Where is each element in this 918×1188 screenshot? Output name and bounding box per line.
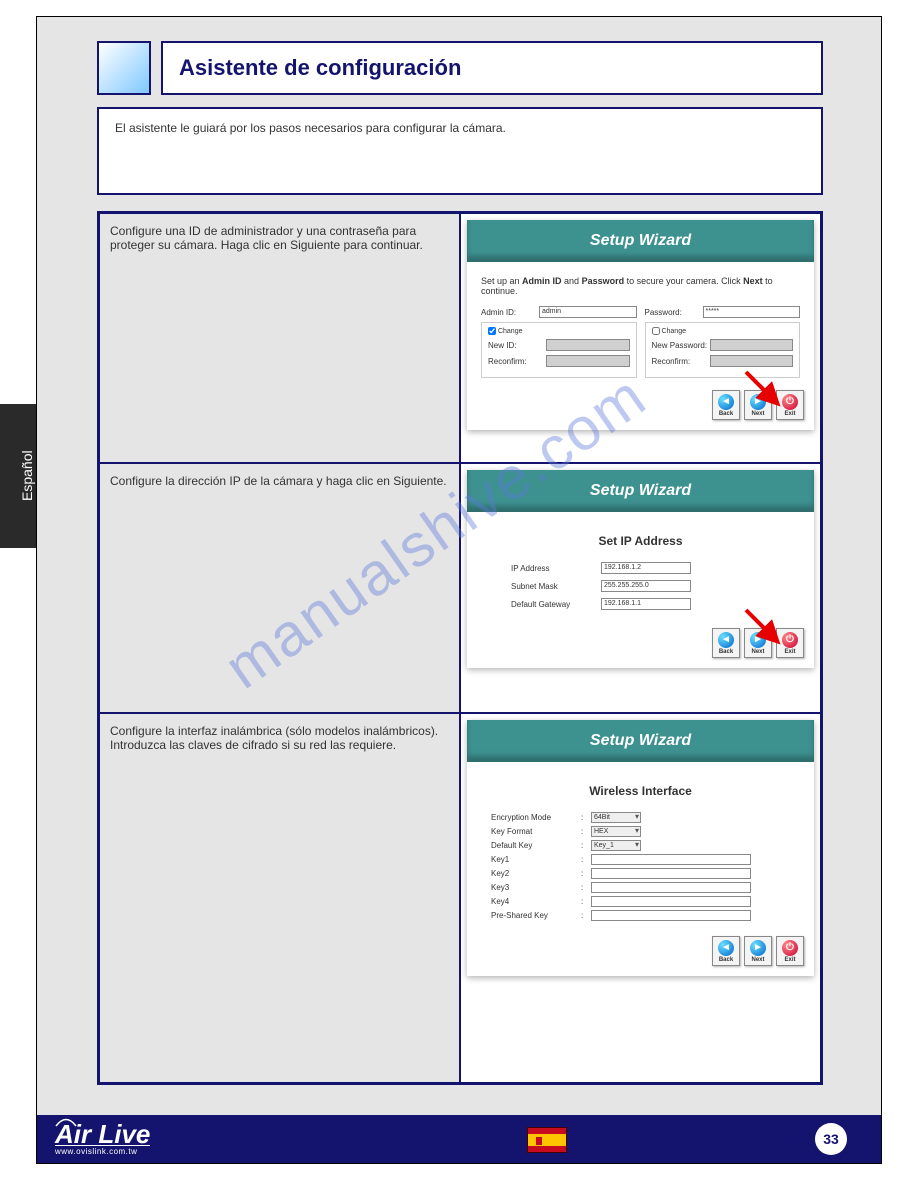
key4-label: Key4: [491, 897, 581, 906]
flag-spain-icon: [527, 1127, 567, 1153]
new-pw-label: New Password:: [652, 341, 710, 350]
defk-select[interactable]: Key_1: [591, 840, 641, 851]
psk-input[interactable]: [591, 910, 751, 921]
row2-description: Configure la dirección IP de la cámara y…: [99, 463, 460, 713]
next-button[interactable]: ►Next: [744, 390, 772, 420]
wizard-title: Setup Wizard: [467, 220, 814, 262]
reconfirm-pw-label: Reconfirm:: [652, 357, 710, 366]
content-grid: Configure una ID de administrador y una …: [97, 211, 823, 1085]
key1-input[interactable]: [591, 854, 751, 865]
defk-label: Default Key: [491, 841, 581, 850]
new-id-input[interactable]: [546, 339, 630, 351]
reconfirm-id-input[interactable]: [546, 355, 630, 367]
row3-screenshot: Setup Wizard Wireless Interface Encrypti…: [460, 713, 821, 1083]
page-title: Asistente de configuración: [161, 41, 823, 95]
password-input[interactable]: *****: [703, 306, 801, 318]
back-button[interactable]: ◄Back: [712, 936, 740, 966]
key3-input[interactable]: [591, 882, 751, 893]
intro-text: El asistente le guiará por los pasos nec…: [97, 107, 823, 195]
row1-description: Configure una ID de administrador y una …: [99, 213, 460, 463]
subnet-input[interactable]: 255.255.255.0: [601, 580, 691, 592]
admin-id-input[interactable]: admin: [539, 306, 637, 318]
wizard-desc: Set up an Admin ID and Password to secur…: [481, 276, 800, 296]
reconfirm-id-label: Reconfirm:: [488, 357, 546, 366]
header-icon: [97, 41, 151, 95]
new-pw-input[interactable]: [710, 339, 794, 351]
back-button[interactable]: ◄Back: [712, 390, 740, 420]
next-button[interactable]: ►Next: [744, 936, 772, 966]
page-number: 33: [815, 1123, 847, 1155]
keyf-label: Key Format: [491, 827, 581, 836]
admin-id-label: Admin ID:: [481, 308, 539, 317]
exit-button[interactable]: ⏻Exit: [776, 936, 804, 966]
psk-label: Pre-Shared Key: [491, 911, 581, 920]
key2-label: Key2: [491, 869, 581, 878]
wizard-title: Setup Wizard: [467, 470, 814, 512]
keyf-select[interactable]: HEX: [591, 826, 641, 837]
footer-bar: Air Live www.ovislink.com.tw 33: [37, 1115, 881, 1163]
ip-label: IP Address: [511, 564, 601, 573]
key1-label: Key1: [491, 855, 581, 864]
next-button[interactable]: ►Next: [744, 628, 772, 658]
reconfirm-pw-input[interactable]: [710, 355, 794, 367]
enc-label: Encryption Mode: [491, 813, 581, 822]
key3-label: Key3: [491, 883, 581, 892]
password-label: Password:: [645, 308, 703, 317]
wizard-title: Setup Wizard: [467, 720, 814, 762]
gateway-input[interactable]: 192.168.1.1: [601, 598, 691, 610]
gateway-label: Default Gateway: [511, 600, 601, 609]
key4-input[interactable]: [591, 896, 751, 907]
row3-description: Configure la interfaz inalámbrica (sólo …: [99, 713, 460, 1083]
section-title: Wireless Interface: [481, 784, 800, 798]
enc-select[interactable]: 64Bit: [591, 812, 641, 823]
row1-screenshot: Setup Wizard Set up an Admin ID and Pass…: [460, 213, 821, 463]
exit-button[interactable]: ⏻Exit: [776, 390, 804, 420]
page-frame: Asistente de configuración El asistente …: [36, 16, 882, 1164]
change-id-checkbox[interactable]: [488, 327, 496, 335]
subnet-label: Subnet Mask: [511, 582, 601, 591]
change-pw-checkbox[interactable]: [652, 327, 660, 335]
key2-input[interactable]: [591, 868, 751, 879]
section-title: Set IP Address: [481, 534, 800, 548]
row2-screenshot: Setup Wizard Set IP Address IP Address19…: [460, 463, 821, 713]
new-id-label: New ID:: [488, 341, 546, 350]
back-button[interactable]: ◄Back: [712, 628, 740, 658]
brand-logo: Air Live www.ovislink.com.tw: [55, 1123, 150, 1156]
exit-button[interactable]: ⏻Exit: [776, 628, 804, 658]
ip-input[interactable]: 192.168.1.2: [601, 562, 691, 574]
